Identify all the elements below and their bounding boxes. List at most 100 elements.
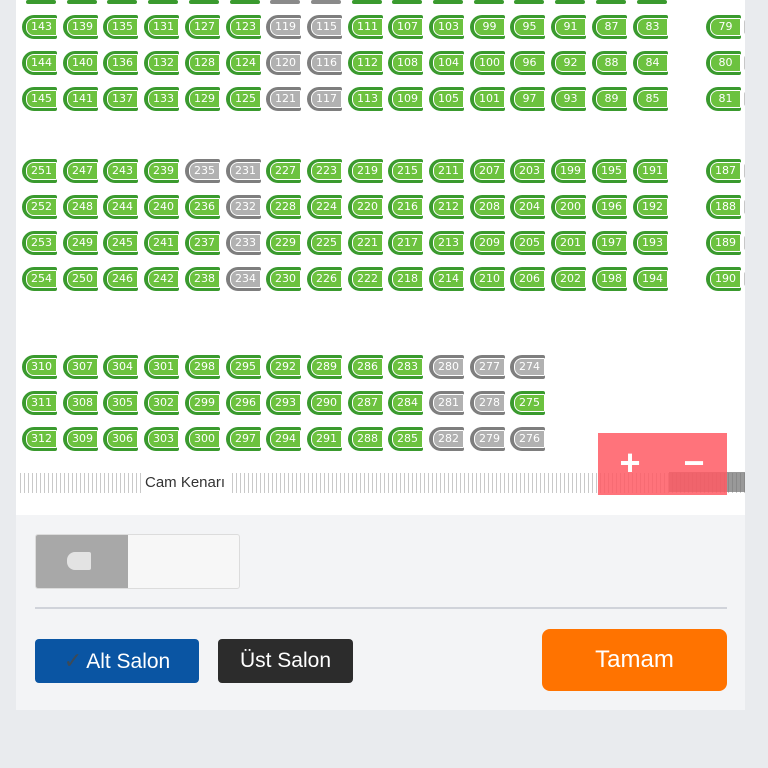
seat-209[interactable]: 209: [470, 231, 505, 255]
seat-241[interactable]: 241: [144, 231, 179, 255]
seat-234[interactable]: 234: [226, 267, 261, 291]
seat-280[interactable]: 280: [429, 355, 464, 379]
seat-222[interactable]: 222: [348, 267, 383, 291]
seat-307[interactable]: 307: [63, 355, 98, 379]
seat-274[interactable]: 274: [510, 355, 545, 379]
seat-299[interactable]: 299: [185, 391, 220, 415]
alt-salon-button[interactable]: ✓ Alt Salon: [35, 639, 199, 683]
seat-276[interactable]: 276: [510, 427, 545, 451]
seat-254[interactable]: 254: [22, 267, 57, 291]
seat-99[interactable]: 99: [470, 15, 505, 39]
seat-123[interactable]: 123: [226, 15, 261, 39]
seat-83[interactable]: 83: [633, 15, 668, 39]
seat-195[interactable]: 195: [592, 159, 627, 183]
seat-85[interactable]: 85: [633, 87, 668, 111]
seat-141[interactable]: 141: [63, 87, 98, 111]
seat-filter-toggle[interactable]: [35, 534, 240, 589]
seat-228[interactable]: 228: [266, 195, 301, 219]
seat-198[interactable]: 198: [592, 267, 627, 291]
seat-107[interactable]: 107: [388, 15, 423, 39]
seat-214[interactable]: 214: [429, 267, 464, 291]
seat-95[interactable]: 95: [510, 15, 545, 39]
seat-194[interactable]: 194: [633, 267, 668, 291]
seat-200[interactable]: 200: [551, 195, 586, 219]
seat-92[interactable]: 92: [551, 51, 586, 75]
seat-288[interactable]: 288: [348, 427, 383, 451]
seat-223[interactable]: 223: [307, 159, 342, 183]
seat-281[interactable]: 281: [429, 391, 464, 415]
seat-189[interactable]: 189: [706, 231, 741, 255]
seat-100[interactable]: 100: [470, 51, 505, 75]
seat-239[interactable]: 239: [144, 159, 179, 183]
seat-305[interactable]: 305: [103, 391, 138, 415]
seat-304[interactable]: 304: [103, 355, 138, 379]
seat-193[interactable]: 193: [633, 231, 668, 255]
seat-309[interactable]: 309: [63, 427, 98, 451]
seat-287[interactable]: 287: [348, 391, 383, 415]
seat-295[interactable]: 295: [226, 355, 261, 379]
seat-204[interactable]: 204: [510, 195, 545, 219]
seat-244[interactable]: 244: [103, 195, 138, 219]
seat-213[interactable]: 213: [429, 231, 464, 255]
seat-129[interactable]: 129: [185, 87, 220, 111]
seat-144[interactable]: 144: [22, 51, 57, 75]
seat-197[interactable]: 197: [592, 231, 627, 255]
seat-298[interactable]: 298: [185, 355, 220, 379]
seat-210[interactable]: 210: [470, 267, 505, 291]
seat-211[interactable]: 211: [429, 159, 464, 183]
seat-80[interactable]: 80: [706, 51, 741, 75]
seat-220[interactable]: 220: [348, 195, 383, 219]
seat-208[interactable]: 208: [470, 195, 505, 219]
seat-111[interactable]: 111: [348, 15, 383, 39]
seat-224[interactable]: 224: [307, 195, 342, 219]
seat-112[interactable]: 112: [348, 51, 383, 75]
seat-238[interactable]: 238: [185, 267, 220, 291]
seat-294[interactable]: 294: [266, 427, 301, 451]
seat-215[interactable]: 215: [388, 159, 423, 183]
seat-105[interactable]: 105: [429, 87, 464, 111]
seat-231[interactable]: 231: [226, 159, 261, 183]
seat-227[interactable]: 227: [266, 159, 301, 183]
seat-237[interactable]: 237: [185, 231, 220, 255]
seat-191[interactable]: 191: [633, 159, 668, 183]
seat-301[interactable]: 301: [144, 355, 179, 379]
seat-308[interactable]: 308: [63, 391, 98, 415]
seat-235[interactable]: 235: [185, 159, 220, 183]
seat-190[interactable]: 190: [706, 267, 741, 291]
seat-120[interactable]: 120: [266, 51, 301, 75]
seat-278[interactable]: 278: [470, 391, 505, 415]
seat-302[interactable]: 302: [144, 391, 179, 415]
seat-137[interactable]: 137: [103, 87, 138, 111]
seat-300[interactable]: 300: [185, 427, 220, 451]
seat-277[interactable]: 277: [470, 355, 505, 379]
seat-207[interactable]: 207: [470, 159, 505, 183]
seat-251[interactable]: 251: [22, 159, 57, 183]
seat-242[interactable]: 242: [144, 267, 179, 291]
seat-108[interactable]: 108: [388, 51, 423, 75]
seat-233[interactable]: 233: [226, 231, 261, 255]
seat-284[interactable]: 284: [388, 391, 423, 415]
seat-296[interactable]: 296: [226, 391, 261, 415]
seat-139[interactable]: 139: [63, 15, 98, 39]
seat-143[interactable]: 143: [22, 15, 57, 39]
seat-282[interactable]: 282: [429, 427, 464, 451]
seat-285[interactable]: 285: [388, 427, 423, 451]
seat-131[interactable]: 131: [144, 15, 179, 39]
seat-246[interactable]: 246: [103, 267, 138, 291]
seat-311[interactable]: 311: [22, 391, 57, 415]
seat-312[interactable]: 312: [22, 427, 57, 451]
seat-89[interactable]: 89: [592, 87, 627, 111]
seat-240[interactable]: 240: [144, 195, 179, 219]
seat-87[interactable]: 87: [592, 15, 627, 39]
seat-101[interactable]: 101: [470, 87, 505, 111]
seat-283[interactable]: 283: [388, 355, 423, 379]
seat-135[interactable]: 135: [103, 15, 138, 39]
seat-212[interactable]: 212: [429, 195, 464, 219]
seat-97[interactable]: 97: [510, 87, 545, 111]
seat-303[interactable]: 303: [144, 427, 179, 451]
seat-306[interactable]: 306: [103, 427, 138, 451]
seat-203[interactable]: 203: [510, 159, 545, 183]
seat-104[interactable]: 104: [429, 51, 464, 75]
seat-121[interactable]: 121: [266, 87, 301, 111]
seat-310[interactable]: 310: [22, 355, 57, 379]
